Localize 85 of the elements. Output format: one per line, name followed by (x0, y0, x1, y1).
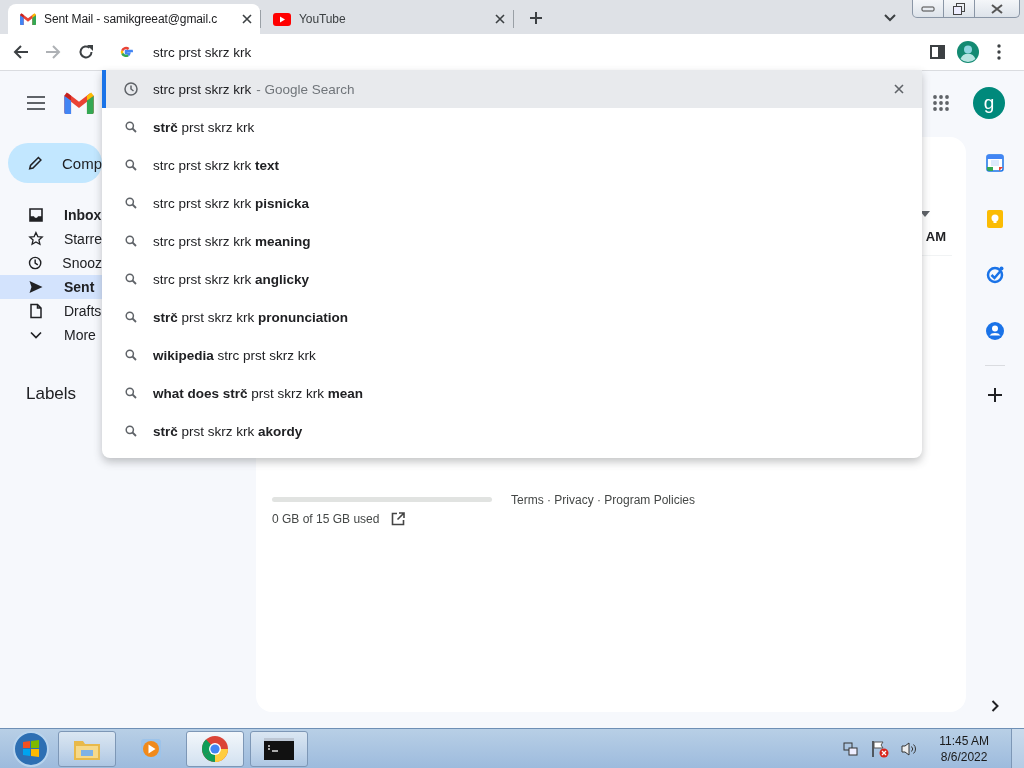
suggestion-item[interactable]: strc prst skrz krk meaning (102, 222, 922, 260)
suggestion-item[interactable]: strc prst skrz krk anglicky (102, 260, 922, 298)
network-icon[interactable] (843, 740, 860, 757)
suggestion-text: strc prst skrz krk (153, 81, 252, 97)
check-circle-icon[interactable] (984, 264, 1006, 286)
suggestion-text: strč prst skrz krk pronunciation (153, 309, 348, 325)
document-icon (28, 303, 44, 319)
close-icon[interactable] (242, 14, 252, 24)
search-icon (124, 387, 138, 399)
browser-icon (201, 734, 229, 763)
apps-grid-icon[interactable] (933, 95, 949, 111)
close-icon[interactable] (495, 14, 505, 24)
close-icon[interactable] (892, 84, 906, 94)
suggestion-text: what does strč prst skrz krk mean (153, 385, 364, 401)
flag-icon[interactable] (871, 739, 890, 758)
suggestion-text: strč prst skrz krk (153, 119, 255, 135)
nav-item[interactable]: More (0, 323, 102, 347)
start-button[interactable] (12, 729, 50, 768)
suggestion-text: strc prst skrz krk anglicky (153, 271, 310, 287)
close-icon (990, 3, 1004, 14)
play-logo-icon (273, 12, 291, 26)
suggestion-item[interactable]: wikipedia strc prst skrz krk (102, 336, 922, 374)
pencil-icon (28, 154, 43, 172)
suggestion-text: wikipedia strc prst skrz krk (153, 347, 316, 363)
suggestion-text: strc prst skrz krk text (153, 157, 279, 173)
search-icon (124, 235, 138, 247)
menu-icon[interactable] (997, 44, 1001, 60)
search-icon (124, 425, 138, 437)
calendar-icon[interactable] (984, 152, 1006, 174)
inbox-icon (28, 207, 44, 223)
storage-text: 0 GB of 15 GB used (272, 512, 380, 526)
search-icon (124, 197, 138, 209)
search-icon (124, 273, 138, 285)
back-icon[interactable] (13, 44, 29, 60)
profile-avatar-icon[interactable] (957, 41, 979, 63)
side-panel-icon[interactable] (930, 45, 945, 59)
nav-item[interactable]: Snooz (0, 251, 102, 275)
caret-down-icon[interactable] (920, 211, 930, 217)
account-avatar[interactable]: g (973, 87, 1005, 119)
reload-icon[interactable] (78, 44, 94, 60)
gmail-logo-icon (20, 13, 36, 25)
browser-tab[interactable]: YouTube (261, 4, 513, 34)
nav-item[interactable]: Starre (0, 227, 102, 251)
suggestion-text: strč prst skrz krk akordy (153, 423, 303, 439)
minimize-icon (921, 5, 935, 12)
contact-icon[interactable] (984, 320, 1006, 342)
external-link-icon[interactable] (391, 512, 406, 526)
nav-item[interactable]: Sent (0, 275, 102, 299)
star-icon (28, 231, 44, 247)
suggestion-item[interactable]: strč prst skrz krk pronunciation (102, 298, 922, 336)
terminal-icon (264, 737, 294, 760)
mail-logo-icon[interactable] (64, 92, 94, 114)
search-icon (124, 121, 138, 133)
nav-item[interactable]: Drafts (0, 299, 102, 323)
chevron-right-icon[interactable] (991, 700, 999, 712)
plus-icon[interactable] (988, 388, 1002, 402)
footer-links[interactable]: Terms · Privacy · Program Policies (511, 493, 696, 526)
labels-heading: Labels (26, 384, 77, 404)
send-icon (28, 279, 44, 295)
search-icon (124, 159, 138, 171)
column-header: AM (925, 228, 946, 244)
suggestion-suffix: - Google Search (256, 81, 355, 97)
speaker-icon[interactable] (901, 740, 918, 757)
new-tab-icon[interactable] (529, 11, 543, 25)
suggestion-item[interactable]: strc prst skrz krk - Google Search (102, 70, 922, 108)
compose-button[interactable]: Comp (8, 143, 102, 183)
suggestion-item[interactable]: strc prst skrz krk text (102, 146, 922, 184)
search-engine-logo-icon (119, 45, 133, 59)
taskbar-button[interactable] (250, 730, 308, 767)
browser-tab[interactable]: Sent Mail - samikgreeat@gmail.c (8, 4, 260, 34)
suggestion-item[interactable]: strc prst skrz krk pisnicka (102, 184, 922, 222)
suggestion-item[interactable]: strč prst skrz krk (102, 108, 922, 146)
restore-icon (953, 2, 965, 15)
suggestion-text: strc prst skrz krk pisnicka (153, 195, 310, 211)
nav-item[interactable]: Inbox (0, 203, 102, 227)
suggestion-item[interactable]: what does strč prst skrz krk mean (102, 374, 922, 412)
clock-icon (124, 82, 138, 96)
clock[interactable]: 11:45 AM 8/6/2022 (939, 732, 989, 765)
chevron-down-icon[interactable] (884, 14, 896, 22)
suggestion-item[interactable]: strč prst skrz krk akordy (102, 412, 922, 450)
search-icon (124, 349, 138, 361)
suggestion-text: strc prst skrz krk meaning (153, 233, 311, 249)
search-icon (124, 311, 138, 323)
clock-icon (28, 255, 43, 271)
menu-icon[interactable] (27, 96, 45, 110)
